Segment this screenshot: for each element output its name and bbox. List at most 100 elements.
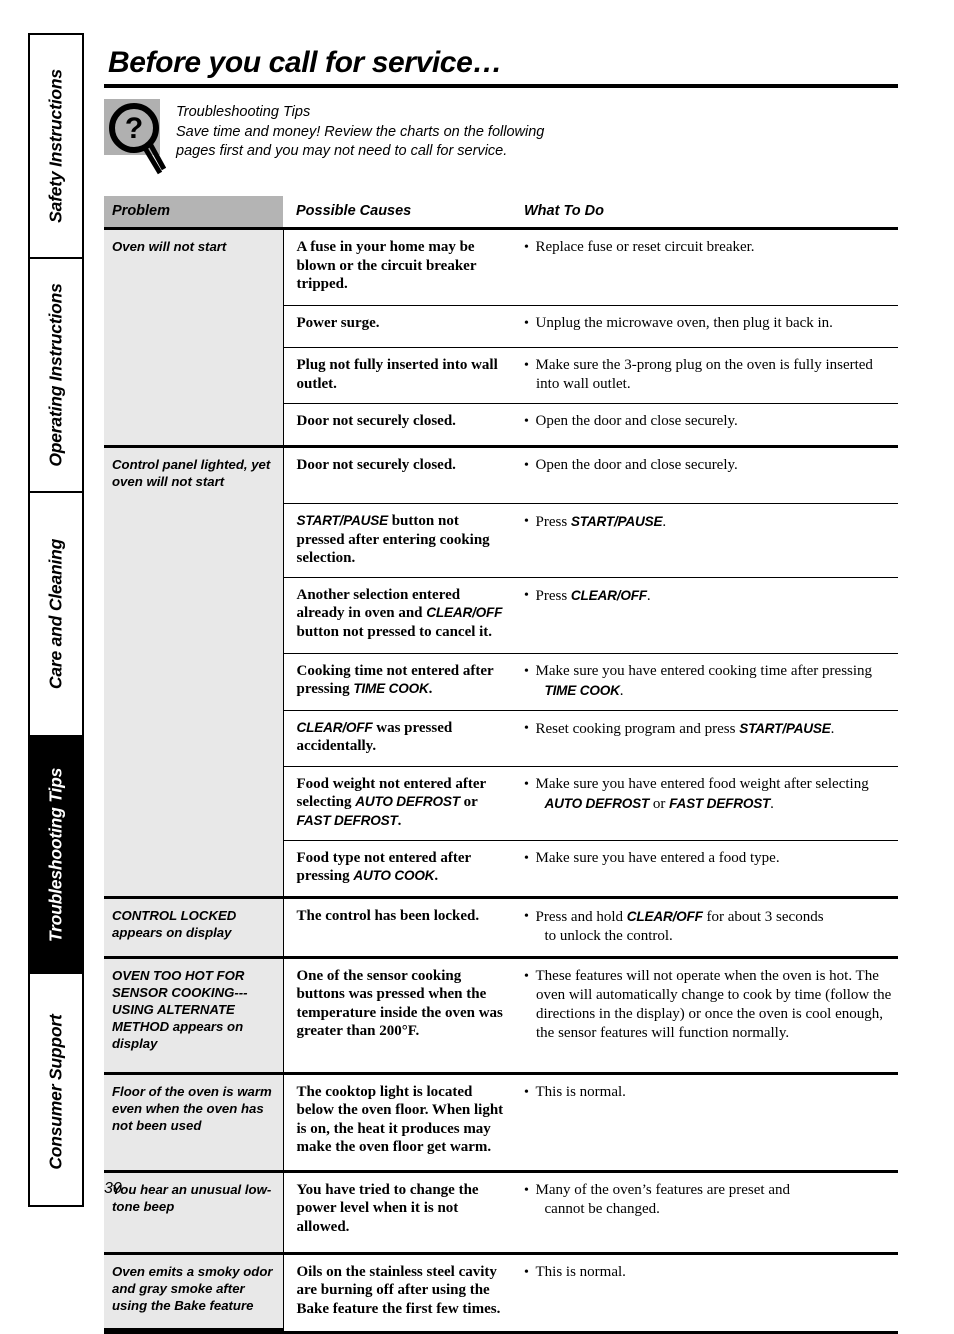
cause-text: The control has been locked. [296,907,480,924]
what-to-do-text: • Replace fuse or reset circuit breaker. [512,230,898,305]
problem-cell-oven-emits-a-smoky-odor-and-gray-smoke-aft: Oven emits a smoky odor and gray smoke a… [104,1251,284,1331]
problem-text: CONTROL LOCKED appears on display [112,907,237,940]
sidebar-tab-troubleshooting-tips[interactable]: Troubleshooting Tips [30,737,82,974]
table-header-row: Problem Possible Causes What To Do [104,196,898,230]
sidebar-tab-label: Safety Instructions [45,69,66,223]
sidebar-tab-care-and-cleaning[interactable]: Care and Cleaning [30,493,82,737]
cause-cell: Door not securely closed. [283,445,512,504]
problem-text: Oven will not start [112,239,227,254]
what-to-do-text: • Make sure you have entered cooking time… [512,654,898,710]
cause-text: Door not securely closed. [296,457,456,473]
sidebar-tab-label: Care and Cleaning [45,538,66,690]
page-number: 30 [104,1180,122,1197]
table-row: CONTROL LOCKED appears on display The con… [104,895,898,957]
what-to-do-cell: • Open the door and close securely. [512,445,898,504]
what-to-do-text: • Press START/PAUSE. [512,504,898,561]
what-to-do-text: • Unplug the microwave oven, then plug it… [512,306,898,347]
bullet-icon: • [524,458,529,473]
cause-text: One of the sensor cooking buttons was pr… [296,967,503,1040]
tip-line-2: pages first and you may not need to call… [176,143,508,159]
cause-cell: A fuse in your home may be blown or the … [283,229,512,306]
what-to-do-cell: • These features will not operate when th… [512,955,898,1073]
column-header-possible-causes: Possible Causes [283,196,512,230]
bullet-icon: • [524,358,529,373]
problem-cell-oven-too-hot-for-sensor-cooking-using-alte: OVEN TOO HOT FOR SENSOR COOKING--- USING… [104,955,284,1073]
what-to-do-text: • This is normal. [512,1255,898,1330]
what-to-do-body: Unplug the microwave oven, then plug it … [535,315,833,331]
what-to-do-cell: • This is normal. [512,1251,898,1330]
problem-text: Control panel lighted, yet oven will not… [112,457,271,489]
bullet-icon: • [524,414,529,429]
what-to-do-text: • This is normal. [512,1075,898,1170]
bullet-icon: • [524,776,529,792]
cause-text: Door not securely closed. [296,413,456,429]
bullet-icon: • [524,850,529,866]
troubleshooting-tip-callout: ? Troubleshooting Tips Save time and mon… [104,99,898,179]
cause-text: Food weight not entered after selecting … [296,775,486,829]
what-to-do-body: Open the door and close securely. [535,413,738,429]
problem-text: You hear an unusual low-tone beep [112,1181,272,1214]
bullet-icon: • [524,908,529,924]
table-head: Problem Possible Causes What To Do [104,196,898,230]
table-row: You hear an unusual low-tone beep You hav… [104,1169,898,1253]
what-to-do-body: This is normal. [535,1263,626,1280]
what-to-do-text: • Press and hold CLEAR/OFF for about 3 se… [512,899,898,956]
table-row: Floor of the oven is warm even when the … [104,1071,898,1171]
what-to-do-cell: • Reset cooking program and press START/P… [512,709,898,766]
bullet-icon: • [524,1264,529,1280]
column-header-what-to-do: What To Do [512,196,898,230]
what-to-do-text: • Reset cooking program and press START/P… [512,711,898,766]
what-to-do-body: Press START/PAUSE. [535,514,667,530]
what-to-do-text: • Make sure you have entered a food type. [512,841,898,896]
sidebar-tab-label: Operating Instructions [45,283,66,467]
what-to-do-cell: • Make sure you have entered food weight … [512,765,898,840]
what-to-do-cell: • Make sure the 3-prong plug on the oven … [512,347,898,404]
bullet-icon: • [524,514,529,529]
cause-text: Plug not fully inserted into wall outlet… [296,357,498,392]
cause-text: Food type not entered after pressing AUT… [296,849,471,885]
what-to-do-cell: • Press CLEAR/OFF. [512,576,898,653]
problem-text: OVEN TOO HOT FOR SENSOR COOKING--- USING… [112,967,248,1051]
sidebar-tab-consumer-support[interactable]: Consumer Support [30,974,82,1209]
what-to-do-cell: • Unplug the microwave oven, then plug it… [512,305,898,348]
what-to-do-text: • Make sure you have entered food weight … [512,767,898,840]
bullet-icon: • [524,587,529,603]
bullet-icon: • [524,1182,529,1198]
what-to-do-text: • Many of the oven’s features are preset … [512,1173,898,1252]
table-row: OVEN TOO HOT FOR SENSOR COOKING--- USING… [104,955,898,1073]
problem-text: Floor of the oven is warm even when the … [112,1083,272,1133]
sidebar-tab-label: Troubleshooting Tips [45,767,66,942]
what-to-do-body: Replace fuse or reset circuit breaker. [535,239,755,255]
title-divider [104,84,898,88]
problem-cell-floor-of-the-oven-is-warm-even-when-the-ov: Floor of the oven is warm even when the … [104,1071,284,1171]
what-to-do-cell: • This is normal. [512,1071,898,1171]
what-to-do-body: Make sure you have entered a food type. [535,849,780,866]
what-to-do-text: • Open the door and close securely. [512,404,898,445]
what-to-do-cell: • Replace fuse or reset circuit breaker. [512,229,898,306]
tip-heading: Troubleshooting Tips [176,104,311,120]
cause-cell: Another selection entered already in ove… [283,576,512,653]
cause-cell: The cooktop light is located below the o… [283,1071,512,1171]
bullet-icon: • [524,720,529,736]
table-body: Oven will not start A fuse in your home m… [104,227,898,1331]
what-to-do-body: This is normal. [535,1083,626,1100]
cause-cell: You have tried to change the power level… [283,1169,512,1253]
cause-text: Power surge. [296,315,380,331]
cause-text: You have tried to change the power level… [296,1181,479,1235]
problem-text: Oven emits a smoky odor and gray smoke a… [112,1263,273,1313]
section-tab-rail: Safety Instructions Operating Instruction… [28,33,84,1207]
cause-cell: One of the sensor cooking buttons was pr… [283,955,512,1073]
cause-cell: START/PAUSE button not pressed after ent… [283,503,512,577]
cause-text: Cooking time not entered after pressing … [296,662,494,698]
cause-cell: Power surge. [283,305,512,348]
what-to-do-cell: • Press and hold CLEAR/OFF for about 3 se… [512,895,898,957]
what-to-do-cell: • Open the door and close securely. [512,403,898,447]
bullet-icon: • [524,663,529,679]
what-to-do-body: Make sure the 3-prong plug on the oven i… [535,357,873,392]
sidebar-tab-safety-instructions[interactable]: Safety Instructions [30,35,82,259]
what-to-do-body: Open the door and close securely. [535,457,738,473]
sidebar-tab-operating-instructions[interactable]: Operating Instructions [30,259,82,493]
cause-cell: Food weight not entered after selecting … [283,765,512,840]
tip-line-1: Save time and money! Review the charts o… [176,123,545,140]
cause-cell: Oils on the stainless steel cavity are b… [283,1251,512,1330]
